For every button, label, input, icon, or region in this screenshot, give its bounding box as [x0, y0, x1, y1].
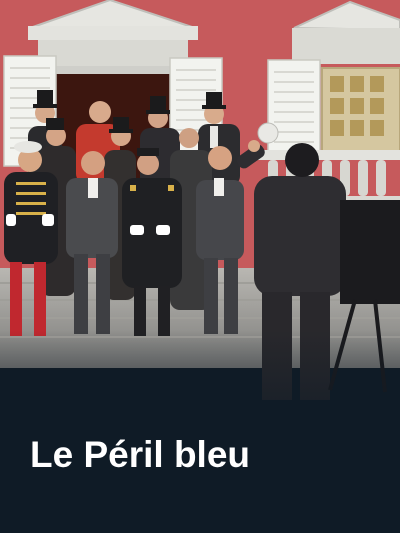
program-card[interactable]: Le Péril bleu	[0, 0, 400, 533]
program-title[interactable]: Le Péril bleu	[30, 432, 390, 478]
